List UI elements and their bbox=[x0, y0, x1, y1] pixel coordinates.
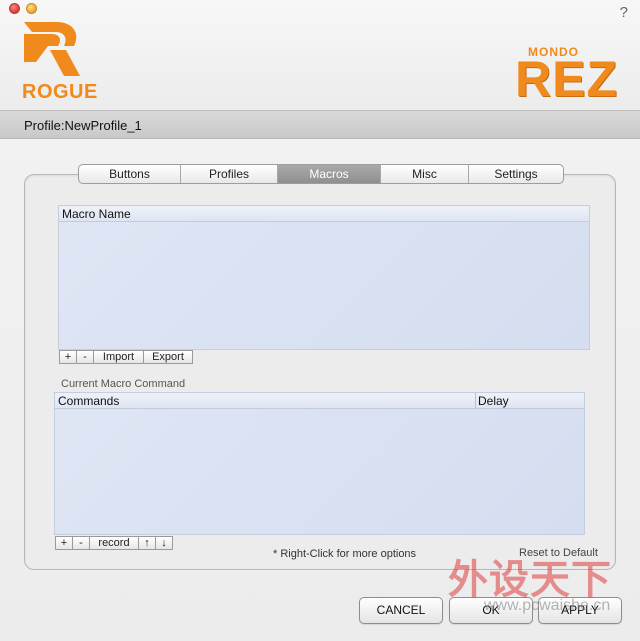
tab-macros[interactable]: Macros bbox=[278, 165, 381, 183]
right-click-hint: * Right-Click for more options bbox=[273, 548, 417, 560]
tab-misc[interactable]: Misc bbox=[381, 165, 469, 183]
delay-column-header[interactable]: Delay bbox=[475, 393, 509, 408]
remove-macro-button[interactable]: - bbox=[76, 350, 94, 364]
app-window: ? ROGUE MONDO REZ Profile:NewProfile_1 B… bbox=[0, 0, 640, 641]
cancel-button[interactable]: CANCEL bbox=[359, 597, 443, 624]
rogue-logo-icon bbox=[24, 22, 80, 76]
macro-name-column-header[interactable]: Macro Name bbox=[61, 206, 131, 221]
record-command-button[interactable]: record bbox=[89, 536, 139, 550]
add-macro-button[interactable]: + bbox=[59, 350, 77, 364]
import-macro-button[interactable]: Import bbox=[93, 350, 144, 364]
remove-command-button[interactable]: - bbox=[72, 536, 90, 550]
tab-settings[interactable]: Settings bbox=[469, 165, 563, 183]
command-list-toolbar: + - record ↑ ↓ bbox=[55, 536, 173, 550]
move-up-arrow-icon[interactable]: ↑ bbox=[138, 536, 156, 550]
rogue-logo-text: ROGUE bbox=[22, 81, 98, 103]
tab-buttons[interactable]: Buttons bbox=[79, 165, 181, 183]
close-window-button[interactable] bbox=[9, 3, 20, 14]
app-header: ? ROGUE MONDO REZ bbox=[0, 0, 640, 110]
command-list[interactable]: Commands Delay bbox=[54, 392, 585, 535]
minimize-window-button[interactable] bbox=[26, 3, 37, 14]
macro-list-toolbar: + - Import Export bbox=[59, 350, 193, 364]
ok-button[interactable]: OK bbox=[449, 597, 533, 624]
apply-button[interactable]: APPLY bbox=[538, 597, 622, 624]
tab-bar: Buttons Profiles Macros Misc Settings bbox=[78, 164, 564, 184]
current-macro-command-label: Current Macro Command bbox=[61, 378, 186, 390]
rez-logo-text: REZ bbox=[515, 51, 618, 107]
macro-list-header[interactable]: Macro Name bbox=[59, 206, 589, 222]
commands-column-header[interactable]: Commands bbox=[57, 393, 475, 408]
profile-bar: Profile:NewProfile_1 bbox=[0, 110, 640, 139]
move-down-arrow-icon[interactable]: ↓ bbox=[155, 536, 173, 550]
tab-profiles[interactable]: Profiles bbox=[181, 165, 278, 183]
command-list-header: Commands Delay bbox=[55, 393, 584, 409]
macro-list[interactable]: Macro Name bbox=[58, 205, 590, 350]
export-macro-button[interactable]: Export bbox=[143, 350, 193, 364]
add-command-button[interactable]: + bbox=[55, 536, 73, 550]
reset-to-default-link[interactable]: Reset to Default bbox=[519, 547, 598, 559]
profile-label: Profile:NewProfile_1 bbox=[24, 118, 142, 133]
help-icon[interactable]: ? bbox=[620, 4, 628, 21]
